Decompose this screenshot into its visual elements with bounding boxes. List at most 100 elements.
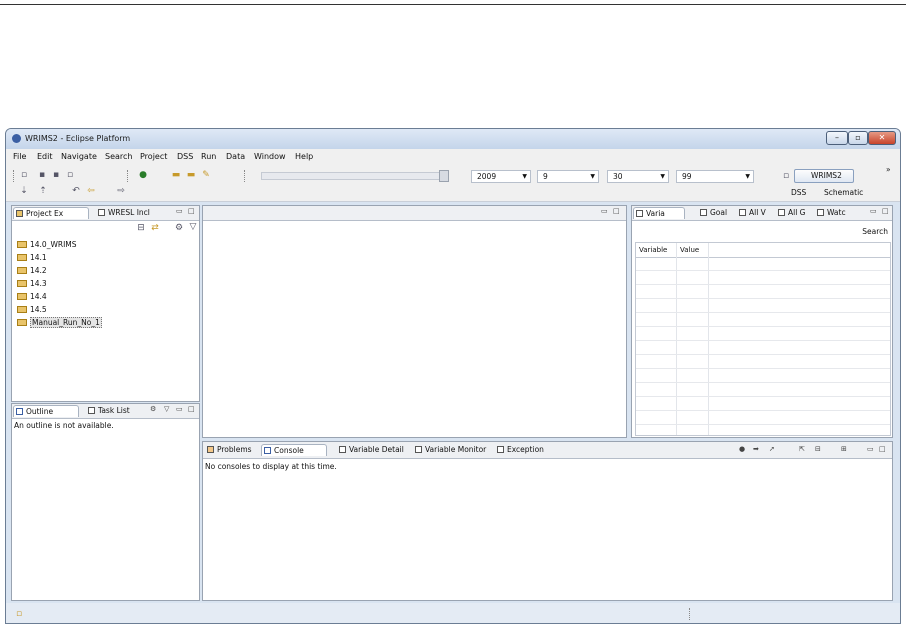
open-perspective-icon[interactable]: ▫ bbox=[781, 171, 791, 181]
remove-all-icon[interactable]: ➚ bbox=[769, 445, 775, 453]
table-row bbox=[636, 411, 890, 425]
view-icon bbox=[415, 446, 422, 453]
column-value[interactable]: Value bbox=[680, 246, 699, 254]
timestep-slider-track[interactable] bbox=[261, 172, 441, 180]
view-icon bbox=[636, 210, 643, 217]
remove-launch-icon[interactable]: ➡ bbox=[753, 445, 759, 453]
prev-annotation-icon[interactable]: ⇡ bbox=[38, 186, 48, 196]
title-bar[interactable]: WRIMS2 - Eclipse Platform – ▫ ✕ bbox=[6, 129, 900, 149]
table-row bbox=[636, 271, 890, 285]
project-item[interactable]: 14.3 bbox=[17, 279, 47, 288]
maximize-view-icon[interactable]: □ bbox=[188, 405, 195, 413]
tab-variable-detail[interactable]: Variable Detail bbox=[337, 444, 421, 456]
project-item[interactable]: 14.2 bbox=[17, 266, 47, 275]
save-icon[interactable]: ▪ bbox=[37, 170, 47, 180]
search-button[interactable]: Search bbox=[862, 227, 888, 236]
menu-navigate[interactable]: Navigate bbox=[61, 152, 97, 161]
project-item-selected[interactable]: Manual_Run_No_1 bbox=[17, 317, 102, 328]
tab-variable-monitor[interactable]: Variable Monitor bbox=[413, 444, 505, 456]
project-item[interactable]: 14.0_WRIMS bbox=[17, 240, 77, 249]
perspective-overflow[interactable]: » bbox=[886, 165, 891, 174]
cycle-value: 99 bbox=[682, 172, 692, 181]
month-combo[interactable]: 9 ▼ bbox=[537, 170, 599, 183]
view-menu-icon[interactable]: ▽ bbox=[188, 222, 198, 232]
minimize-view-icon[interactable]: ▭ bbox=[176, 405, 183, 413]
day-combo[interactable]: 30 ▼ bbox=[607, 170, 669, 183]
maximize-editor-icon[interactable]: □ bbox=[613, 207, 620, 215]
open-folder-icon[interactable]: ▬ bbox=[171, 170, 181, 180]
tab-watch[interactable]: Watc bbox=[815, 207, 867, 219]
year-combo[interactable]: 2009 ▼ bbox=[471, 170, 531, 183]
tab-exception-label: Exception bbox=[507, 445, 544, 454]
filter-icon[interactable]: ⚙ bbox=[174, 223, 184, 233]
open-console-icon[interactable]: ⊞ bbox=[841, 445, 847, 453]
maximize-view-icon[interactable]: □ bbox=[882, 207, 889, 215]
variables-table[interactable]: Variable Value bbox=[635, 242, 891, 436]
tab-exception[interactable]: Exception bbox=[495, 444, 561, 456]
table-row bbox=[636, 313, 890, 327]
minimize-view-icon[interactable]: ▭ bbox=[176, 207, 183, 215]
print-icon[interactable]: ▫ bbox=[65, 170, 75, 180]
minimize-button[interactable]: – bbox=[826, 131, 848, 145]
tab-console[interactable]: Console bbox=[261, 444, 327, 456]
tab-outline[interactable]: Outline bbox=[13, 405, 79, 417]
folder-icon bbox=[17, 241, 27, 248]
maximize-button[interactable]: ▫ bbox=[848, 131, 868, 145]
variables-view: Varia Goal All V All G Watc ▭ □ Search V… bbox=[631, 205, 893, 438]
menu-project[interactable]: Project bbox=[140, 152, 167, 161]
project-explorer-icon bbox=[16, 210, 23, 217]
tab-variables[interactable]: Varia bbox=[633, 207, 685, 219]
display-console-icon[interactable]: ⊟ bbox=[815, 445, 821, 453]
menu-run[interactable]: Run bbox=[201, 152, 216, 161]
tab-console-label: Console bbox=[274, 446, 304, 455]
cycle-combo[interactable]: 99 ▼ bbox=[676, 170, 754, 183]
menu-dss[interactable]: DSS bbox=[177, 152, 193, 161]
perspective-dss[interactable]: DSS bbox=[791, 188, 806, 197]
project-item[interactable]: 14.5 bbox=[17, 305, 47, 314]
project-item[interactable]: 14.1 bbox=[17, 253, 47, 262]
last-edit-icon[interactable]: ↶ bbox=[71, 186, 81, 196]
outline-view: Outline Task List ⚙ ▽ ▭ □ An outline is … bbox=[11, 403, 200, 601]
menu-edit[interactable]: Edit bbox=[37, 152, 53, 161]
menu-help[interactable]: Help bbox=[295, 152, 313, 161]
forward-icon[interactable]: ⇨ bbox=[116, 186, 126, 196]
pin-console-icon[interactable]: ⇱ bbox=[799, 445, 805, 453]
menu-window[interactable]: Window bbox=[254, 152, 286, 161]
fast-view-icon[interactable]: ▫ bbox=[14, 609, 24, 619]
open-project-icon[interactable]: ▬ bbox=[186, 170, 196, 180]
maximize-view-icon[interactable]: □ bbox=[879, 445, 886, 453]
editor-tabbar: ▭ □ bbox=[203, 206, 626, 221]
filter-icon[interactable]: ⚙ bbox=[150, 405, 156, 413]
tab-variable-detail-label: Variable Detail bbox=[349, 445, 404, 454]
view-menu-icon[interactable]: ▽ bbox=[164, 405, 169, 413]
tab-wresl-include[interactable]: WRESL Incl bbox=[96, 207, 178, 219]
close-button[interactable]: ✕ bbox=[868, 131, 896, 145]
minimize-view-icon[interactable]: ▭ bbox=[867, 445, 874, 453]
perspective-wrims2-label: WRIMS2 bbox=[811, 171, 842, 180]
link-editor-icon[interactable]: ⇄ bbox=[150, 223, 160, 233]
tab-project-explorer[interactable]: Project Ex bbox=[13, 207, 89, 219]
outline-tabbar: Outline Task List ⚙ ▽ ▭ □ bbox=[12, 404, 199, 419]
column-variable[interactable]: Variable bbox=[639, 246, 667, 254]
pen-icon[interactable]: ✎ bbox=[201, 170, 211, 180]
run-icon[interactable]: ● bbox=[138, 170, 148, 180]
collapse-all-icon[interactable]: ⊟ bbox=[136, 223, 146, 233]
perspective-schematic[interactable]: Schematic bbox=[824, 188, 863, 197]
back-icon[interactable]: ⇦ bbox=[86, 186, 96, 196]
next-annotation-icon[interactable]: ⇣ bbox=[19, 186, 29, 196]
project-item[interactable]: 14.4 bbox=[17, 292, 47, 301]
menu-file[interactable]: File bbox=[13, 152, 26, 161]
menu-data[interactable]: Data bbox=[226, 152, 245, 161]
tab-task-list[interactable]: Task List bbox=[86, 405, 158, 417]
terminate-icon[interactable]: ● bbox=[739, 445, 745, 453]
perspective-wrims2[interactable]: WRIMS2 bbox=[794, 169, 854, 183]
save-all-icon[interactable]: ▪ bbox=[51, 170, 61, 180]
new-icon[interactable]: ▫ bbox=[19, 170, 29, 180]
editor-area[interactable]: ▭ □ bbox=[202, 205, 627, 438]
tab-watch-label: Watc bbox=[827, 208, 846, 217]
minimize-view-icon[interactable]: ▭ bbox=[870, 207, 877, 215]
maximize-view-icon[interactable]: □ bbox=[188, 207, 195, 215]
minimize-editor-icon[interactable]: ▭ bbox=[601, 207, 608, 215]
menu-search[interactable]: Search bbox=[105, 152, 132, 161]
timestep-slider-thumb[interactable] bbox=[439, 170, 449, 182]
